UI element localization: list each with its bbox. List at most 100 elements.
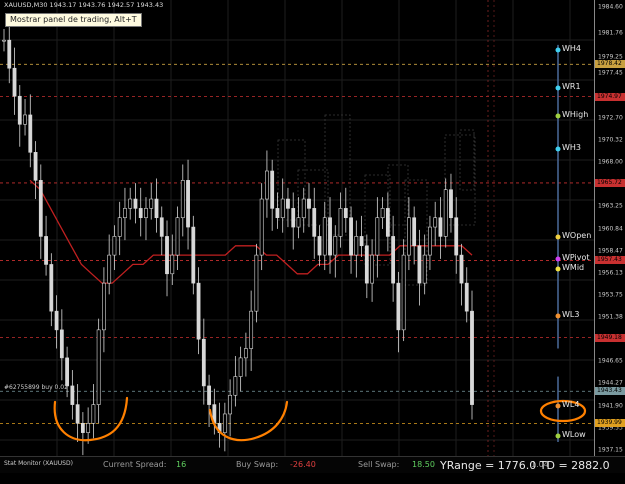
candle-body bbox=[433, 217, 438, 228]
chart-grid bbox=[0, 0, 594, 456]
candle-body bbox=[133, 198, 138, 209]
candle-body bbox=[438, 217, 443, 237]
candle-body bbox=[54, 310, 59, 331]
trading-panel-tooltip: Mostrar panel de trading, Alt+T bbox=[5, 13, 142, 27]
candle-body bbox=[91, 404, 96, 424]
candle-body bbox=[412, 217, 417, 247]
spread-value: 16 bbox=[176, 460, 187, 469]
candle-body bbox=[86, 422, 91, 433]
candle-body bbox=[343, 208, 348, 219]
candle-body bbox=[470, 310, 474, 405]
candle-body bbox=[180, 180, 185, 219]
price-tick-label: 1984.60 bbox=[598, 3, 623, 11]
candle-body bbox=[349, 217, 353, 256]
candle-body bbox=[154, 198, 159, 219]
price-tick-label: 1946.65 bbox=[598, 357, 623, 365]
candle-body bbox=[286, 198, 290, 209]
candle-body bbox=[396, 282, 401, 331]
pivot-dot bbox=[555, 47, 561, 53]
price-tick-label: 1970.32 bbox=[598, 136, 623, 144]
candle-body bbox=[259, 198, 264, 256]
pivot-dot bbox=[555, 85, 561, 91]
candle-body bbox=[65, 357, 70, 387]
candle-body bbox=[391, 236, 396, 284]
candle-body bbox=[149, 198, 154, 209]
candle-body bbox=[328, 217, 332, 256]
price-tick-label: 1937.15 bbox=[598, 446, 623, 454]
stat-monitor-title: Stat Monitor (XAUUSD) bbox=[4, 460, 73, 467]
buy-swap-value: -26.40 bbox=[290, 460, 316, 469]
candle-body bbox=[128, 198, 133, 209]
candle-body bbox=[33, 152, 38, 181]
order-line-label[interactable]: #62755899 buy 0.02 bbox=[4, 384, 68, 391]
candle-body bbox=[406, 217, 411, 256]
sell-swap-value: 18.50 bbox=[412, 460, 435, 469]
candle-body bbox=[249, 310, 254, 349]
candle-body bbox=[243, 348, 248, 359]
candle-body bbox=[228, 394, 233, 415]
candle-body bbox=[196, 282, 201, 340]
price-level-label: 1965.72 bbox=[595, 178, 625, 187]
candle-body bbox=[117, 217, 122, 237]
candle-body bbox=[17, 95, 22, 125]
pivot-label: WOpen bbox=[562, 231, 592, 241]
pivot-dot bbox=[555, 113, 561, 119]
candle-body bbox=[165, 236, 169, 275]
candle-body bbox=[96, 329, 101, 405]
price-axis[interactable]: 1984.601981.761979.251977.451975.071972.… bbox=[594, 0, 625, 456]
price-level-label: 1939.99 bbox=[595, 419, 625, 428]
chart-title: XAUUSD,M30 1943.17 1943.76 1942.57 1943.… bbox=[4, 1, 164, 9]
pivot-label: WMid bbox=[562, 263, 585, 273]
candle-body bbox=[59, 329, 64, 359]
candle-body bbox=[459, 254, 464, 284]
candle-body bbox=[186, 180, 190, 228]
price-levels bbox=[0, 0, 594, 456]
price-tick-label: 1981.76 bbox=[598, 29, 623, 37]
candle-body bbox=[307, 198, 311, 209]
pivot-label: WH3 bbox=[562, 142, 582, 152]
candle-body bbox=[359, 236, 364, 247]
price-level-label: 1957.43 bbox=[595, 256, 625, 265]
candle-body bbox=[380, 208, 385, 219]
candle-body bbox=[144, 208, 148, 219]
candle-body bbox=[312, 208, 317, 237]
price-chart[interactable] bbox=[0, 0, 594, 456]
candle-body bbox=[385, 208, 390, 237]
pivot-dot bbox=[555, 256, 561, 262]
pivot-label: WR1 bbox=[562, 81, 581, 91]
price-tick-label: 1951.38 bbox=[598, 313, 623, 321]
price-tick-label: 1941.90 bbox=[598, 402, 623, 410]
candle-body bbox=[112, 236, 117, 256]
candle-body bbox=[338, 208, 343, 237]
sell-swap-label: Sell Swap: bbox=[358, 460, 400, 469]
candle-body bbox=[75, 404, 80, 424]
pivot-dot bbox=[555, 234, 561, 240]
price-tick-label: 1953.75 bbox=[598, 291, 623, 299]
candle-body bbox=[28, 114, 33, 153]
price-tick-label: 1968.00 bbox=[598, 158, 623, 166]
pivot-label: WHigh bbox=[562, 109, 589, 119]
pivot-label: WH4 bbox=[562, 44, 582, 54]
ma-line bbox=[29, 179, 473, 284]
candle-body bbox=[138, 208, 143, 219]
candle-body bbox=[159, 217, 164, 237]
candle-body bbox=[280, 198, 285, 219]
candle-body bbox=[23, 114, 27, 125]
price-tick-label: 1979.25 bbox=[598, 53, 623, 61]
pivot-dot bbox=[555, 403, 561, 409]
candle-body bbox=[428, 226, 432, 256]
candle-body bbox=[102, 282, 106, 331]
freehand-annotations bbox=[53, 396, 587, 442]
price-tick-label: 1958.47 bbox=[598, 247, 623, 255]
candle-body bbox=[49, 264, 54, 312]
candle-body bbox=[333, 236, 338, 256]
moving-average bbox=[29, 179, 473, 284]
price-tick-label: 1944.27 bbox=[598, 379, 623, 387]
candle-body bbox=[70, 385, 75, 405]
yrange-readout: YRange = 1776.0 TD = 2882.0 bbox=[440, 459, 610, 472]
candle-body bbox=[170, 254, 175, 275]
pivot-label: WLow bbox=[562, 430, 586, 440]
pivot-label: WL3 bbox=[562, 309, 580, 319]
price-tick-label: 1956.13 bbox=[598, 269, 623, 277]
candle-body bbox=[80, 422, 85, 433]
